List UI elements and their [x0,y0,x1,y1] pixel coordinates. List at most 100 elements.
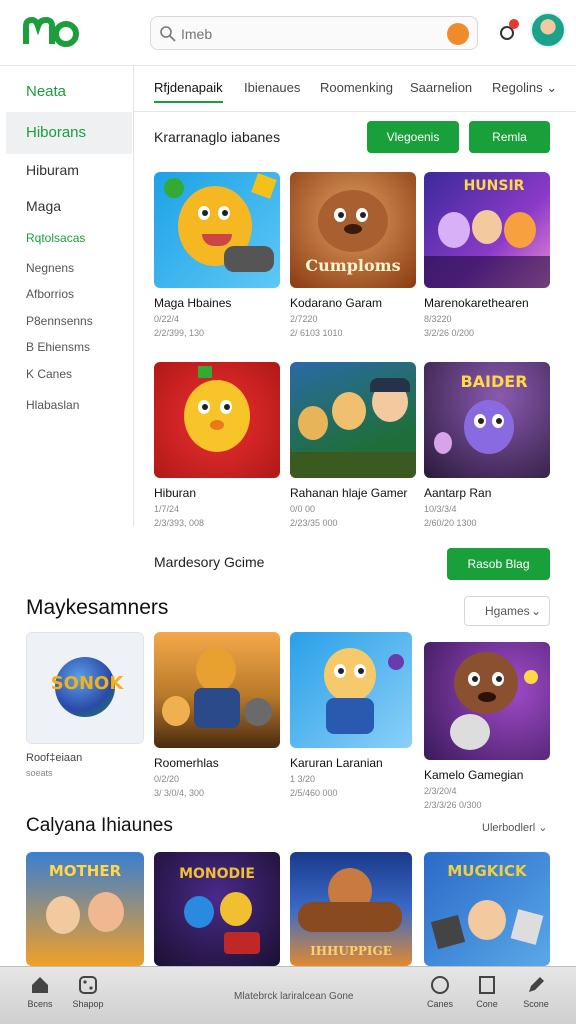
search-icon [160,26,176,42]
game-title: Rahanan hlaje Gamer [290,486,408,500]
thumb-caption: IHHUPPIGE [310,944,392,958]
game-thumbnail [154,632,280,748]
sidebar-item-hiburam[interactable]: Hiburam [6,152,132,188]
game-card[interactable]: Karuran Laranian 1 3/20 2/5/460 000 [290,632,416,798]
game-card[interactable]: BAIDER Aantarp Ran 10/3/3/4 2/60/20 1300 [424,362,550,528]
chevron-down-icon: ⌄ [530,604,541,618]
games-dropdown[interactable]: Hgames ⌄ [464,596,550,626]
game-card[interactable]: Roomerhlas 0/2/20 3/ 3/0/4, 300 [154,632,280,798]
app-header [0,0,576,66]
bottom-nav-label: Shapop [72,999,104,1009]
bottom-caption: Mlatebrck lariralcean Gone [234,991,354,1002]
notification-icon[interactable] [497,18,521,44]
rasob-blag-button[interactable]: Rasob Blag [447,548,550,580]
game-meta: 2/7220 [290,314,318,324]
game-title: Marenokarethearen [424,296,529,310]
game-meta: 3/ 3/0/4, 300 [154,788,205,798]
bottom-nav-canes[interactable]: Canes [420,975,460,1009]
section-heading: Mardesory Gcime [154,554,265,570]
thumb-caption: MOTHER [48,862,122,880]
tab-roomenking[interactable]: Roomenking [320,80,393,95]
game-card[interactable]: MONODIE [154,852,280,966]
app-logo[interactable] [22,14,80,52]
remla-button[interactable]: Remla [469,121,550,153]
game-thumbnail: BAIDER [424,362,550,478]
clock-icon [431,976,449,994]
search-input[interactable] [181,23,431,45]
bottom-nav-label: Canes [426,999,453,1009]
game-meta: 2/2/399, 130 [154,328,205,338]
game-meta: soeats [26,768,53,778]
tab-saarnelion[interactable]: Saarnelion [410,80,472,95]
game-title: Roof‡eiaan [26,752,83,764]
sidebar-item-neata[interactable]: Neata [6,74,132,110]
game-thumbnail: MONODIE [154,852,280,966]
game-card[interactable]: MUGKICK [424,852,550,966]
game-title: Maga Hbaines [154,296,232,310]
bottom-nav-scone[interactable]: Scone [516,975,556,1009]
game-meta: 2/3/20/4 [424,786,457,796]
thumb-caption: HUNSIR [463,178,525,194]
tab-regolins[interactable]: Regolins ⌄ [492,80,557,96]
thumb-caption: SONOK [50,673,124,694]
bottom-nav-label: Scone [523,999,549,1009]
game-meta: 1/7/24 [154,504,180,514]
section-title: Maykesamners [26,596,169,619]
tab-rfjdenapaik[interactable]: Rfjdenapaik [154,80,223,103]
game-card[interactable]: Kamelo Gamegian 2/3/20/4 2/3/3/26 0/300 [424,642,550,810]
chevron-down-icon: ⌄ [546,80,558,95]
vlegoenis-button[interactable]: Vlegoenis [367,121,459,153]
tab-ibienaues[interactable]: Ibienaues [244,80,300,95]
game-card[interactable]: Hiburan 1/7/24 2/3/393, 008 [154,362,280,528]
game-title: Hiburan [154,486,197,500]
bottom-nav-label: Bcens [27,999,53,1009]
pen-icon [529,977,544,992]
tab-bar: Rfjdenapaik Ibienaues Roomenking Saarnel… [134,66,576,112]
dropdown-value: Hgames [485,604,530,618]
search-bar[interactable] [150,16,478,50]
dice-icon [79,976,97,994]
game-thumbnail: SONOK [26,632,144,744]
game-meta: 2/60/20 1300 [424,518,477,528]
game-thumbnail [154,362,280,478]
game-card[interactable]: HUNSIR Marenokarethearen 8/3220 3/2/26 0… [424,172,550,338]
game-title: Kodarano Garam [290,296,383,310]
bottom-nav-bcens[interactable]: Bcens [20,975,60,1009]
game-card[interactable]: IHHUPPIGE [290,852,416,966]
thumb-caption: BAIDER [460,372,528,391]
sort-dropdown[interactable]: Ulerbodlerl ⌄ [482,821,547,834]
thumb-caption: Cumploms [305,256,401,275]
game-meta: 1 3/20 [290,774,316,784]
game-thumbnail [290,362,416,478]
bottom-nav-label: Cone [476,999,498,1009]
panel-icon [479,976,495,994]
game-thumbnail: HUNSIR [424,172,550,288]
game-card[interactable]: MOTHER [26,852,152,966]
game-title: Kamelo Gamegian [424,768,524,782]
game-meta: 0/0 00 [290,504,316,514]
game-card[interactable]: SONOK Roof‡eiaan soeats [26,632,152,778]
avatar[interactable] [530,12,566,48]
game-meta: 3/2/26 0/200 [424,328,475,338]
game-meta: 2/3/3/26 0/300 [424,800,482,810]
game-meta: 10/3/3/4 [424,504,457,514]
game-meta: 8/3220 [424,314,452,324]
dropdown-value: Ulerbodlerl [482,822,536,834]
game-card[interactable]: Cumploms Kodarano Garam 2/7220 2/ 6103 1… [290,172,416,338]
game-thumbnail [424,642,550,760]
game-meta: 0/22/4 [154,314,180,324]
thumb-caption: MONODIE [179,866,255,882]
game-meta: 2/ 6103 1010 [290,328,343,338]
user-badge-icon[interactable] [447,23,469,45]
bottom-nav-cone[interactable]: Cone [467,975,507,1009]
sidebar-item-hiborans[interactable]: Hiborans [6,112,132,154]
game-title: Aantarp Ran [424,486,492,500]
sidebar-item-maga[interactable]: Maga [6,188,132,224]
game-thumbnail [290,632,412,748]
game-thumbnail [154,172,280,288]
bottom-nav-shapop[interactable]: Shapop [68,975,108,1009]
sidebar-item-hlabaslan[interactable]: Hlabaslan [6,387,132,423]
game-card[interactable]: Maga Hbaines 0/22/4 2/2/399, 130 [154,172,280,338]
section-title: Calyana Ihiaunes [26,815,173,836]
game-card[interactable]: Rahanan hlaje Gamer 0/0 00 2/23/35 000 [290,362,416,528]
